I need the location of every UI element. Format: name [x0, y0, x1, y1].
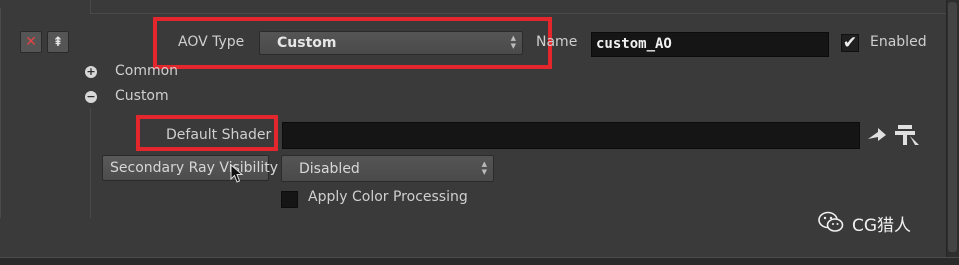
default-shader-field[interactable] — [282, 122, 860, 149]
panel-border — [0, 8, 1, 218]
remove-aov-button[interactable]: ✕ — [20, 31, 42, 53]
row-divider — [90, 13, 946, 14]
updown-arrows-icon: ▲ ▼ — [481, 160, 487, 176]
enabled-checkbox[interactable]: ✔ — [841, 34, 859, 52]
checkmark-icon: ✔ — [842, 33, 858, 53]
group-label-common[interactable]: Common — [115, 63, 178, 79]
group-label-custom[interactable]: Custom — [115, 88, 169, 104]
apply-color-processing-checkbox[interactable] — [281, 191, 298, 208]
secondary-ray-visibility-value: Disabled — [299, 161, 360, 177]
secondary-ray-visibility-dropdown[interactable]: Disabled ▲ ▼ — [281, 155, 494, 182]
highlight-box-default-shader — [136, 115, 278, 151]
secondary-ray-visibility-label: Secondary Ray Visibility — [110, 160, 278, 176]
name-label: Name — [536, 34, 578, 50]
move-aov-button[interactable]: ⇞ — [47, 31, 69, 53]
move-up-icon: ⇞ — [52, 34, 64, 50]
apply-color-processing-label: Apply Color Processing — [308, 189, 468, 205]
jump-to-operator-icon[interactable] — [866, 126, 888, 144]
name-field-value: custom_AO — [596, 36, 672, 52]
close-icon: ✕ — [25, 34, 37, 50]
wechat-icon — [818, 211, 844, 233]
minus-circle-icon[interactable]: − — [85, 91, 97, 103]
name-field[interactable]: custom_AO — [591, 32, 829, 57]
mouse-cursor-icon — [230, 163, 244, 184]
watermark-text: CG猎人 — [852, 216, 912, 236]
plus-circle-icon[interactable]: + — [85, 66, 97, 78]
enabled-label: Enabled — [870, 34, 927, 50]
tree-connector — [90, 108, 91, 218]
scrollbar-thumb[interactable] — [948, 2, 957, 252]
select-node-icon[interactable] — [893, 122, 921, 148]
tree-connector — [90, 0, 91, 14]
highlight-box-aov-type — [153, 17, 552, 69]
bottom-status-strip — [0, 257, 959, 265]
